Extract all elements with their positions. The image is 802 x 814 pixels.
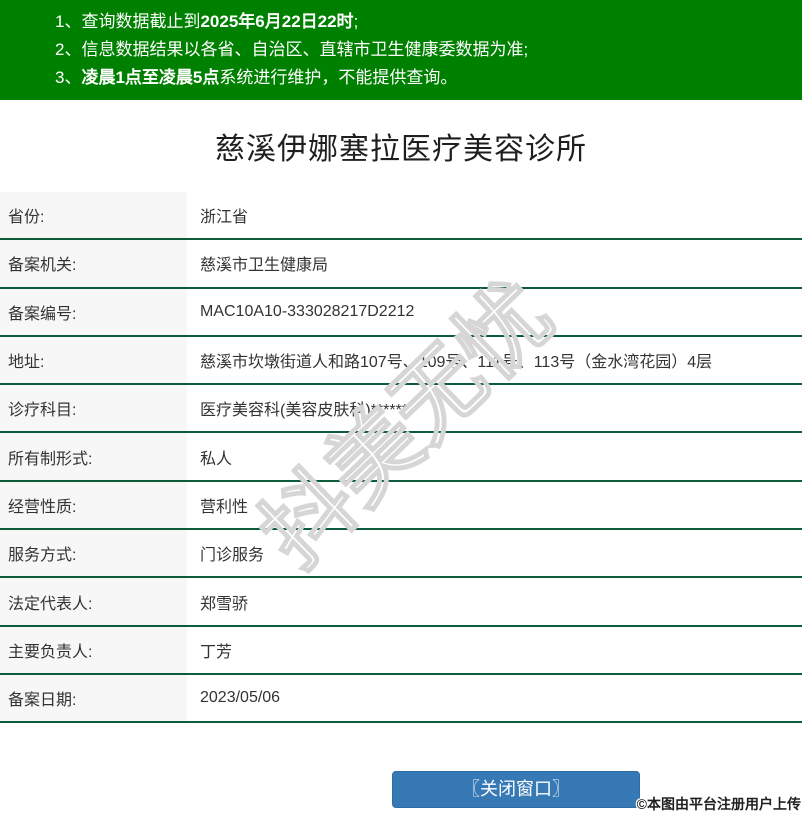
row-label: 省份:: [0, 192, 187, 238]
table-row-ownership-form: 所有制形式: 私人: [0, 433, 802, 481]
table-row-main-person-in-charge: 主要负责人: 丁芳: [0, 627, 802, 675]
notice-line-3: 3、凌晨1点至凌晨5点系统进行维护，不能提供查询。: [55, 64, 792, 92]
page-title: 慈溪伊娜塞拉医疗美容诊所: [215, 124, 587, 168]
notice-bar: 1、查询数据截止到2025年6月22日22时; 2、信息数据结果以各省、自治区、…: [0, 0, 802, 100]
row-value: 郑雪骄: [187, 578, 802, 624]
row-value: 丁芳: [187, 627, 802, 673]
row-label: 服务方式:: [0, 530, 187, 576]
row-value: 医疗美容科(美容皮肤科)******: [187, 385, 802, 431]
table-row-treatment-subjects: 诊疗科目: 医疗美容科(美容皮肤科)******: [0, 385, 802, 433]
row-value: 私人: [187, 433, 802, 479]
table-row-service-mode: 服务方式: 门诊服务: [0, 530, 802, 578]
records-table: 省份: 浙江省 备案机关: 慈溪市卫生健康局 备案编号: MAC10A10-33…: [0, 192, 802, 723]
table-row-province: 省份: 浙江省: [0, 192, 802, 240]
row-label: 备案编号:: [0, 289, 187, 335]
table-row-filing-date: 备案日期: 2023/05/06: [0, 675, 802, 723]
notice-2-text: 2、信息数据结果以各省、自治区、直辖市卫生健康委数据为准;: [55, 40, 528, 59]
row-value: 2023/05/06: [187, 675, 802, 721]
notice-1-bold: 2025年6月22日22时: [200, 12, 353, 31]
notice-3-suffix: 系统进行维护，不能提供查询。: [219, 68, 457, 87]
row-value: 门诊服务: [187, 530, 802, 576]
notice-3-bold: 凌晨1点至凌晨5点: [81, 68, 219, 87]
table-row-filing-authority: 备案机关: 慈溪市卫生健康局: [0, 240, 802, 288]
table-row-filing-number: 备案编号: MAC10A10-333028217D2212: [0, 289, 802, 337]
row-value: MAC10A10-333028217D2212: [187, 289, 802, 335]
row-value: 营利性: [187, 482, 802, 528]
row-label: 所有制形式:: [0, 433, 187, 479]
close-window-button[interactable]: 〖关闭窗口〗: [392, 771, 640, 808]
row-label: 备案机关:: [0, 240, 187, 286]
row-label: 地址:: [0, 337, 187, 383]
row-value: 慈溪市坎墩街道人和路107号、109号、111号、113号（金水湾花园）4层: [187, 337, 802, 383]
upload-stamp: ©本图由平台注册用户上传: [637, 794, 801, 814]
row-label: 法定代表人:: [0, 578, 187, 624]
notice-line-1: 1、查询数据截止到2025年6月22日22时;: [55, 8, 792, 36]
row-label: 主要负责人:: [0, 627, 187, 673]
notice-1-text: 1、查询数据截止到: [55, 12, 200, 31]
notice-3-text: 3、: [55, 68, 81, 87]
row-label: 诊疗科目:: [0, 385, 187, 431]
row-label: 备案日期:: [0, 675, 187, 721]
notice-1-suffix: ;: [354, 12, 359, 31]
notice-line-2: 2、信息数据结果以各省、自治区、直辖市卫生健康委数据为准;: [55, 36, 792, 64]
row-value: 慈溪市卫生健康局: [187, 240, 802, 286]
table-row-address: 地址: 慈溪市坎墩街道人和路107号、109号、111号、113号（金水湾花园）…: [0, 337, 802, 385]
row-label: 经营性质:: [0, 482, 187, 528]
table-row-business-nature: 经营性质: 营利性: [0, 482, 802, 530]
row-value: 浙江省: [187, 192, 802, 238]
table-row-legal-representative: 法定代表人: 郑雪骄: [0, 578, 802, 626]
title-wrap: 慈溪伊娜塞拉医疗美容诊所: [0, 100, 802, 192]
